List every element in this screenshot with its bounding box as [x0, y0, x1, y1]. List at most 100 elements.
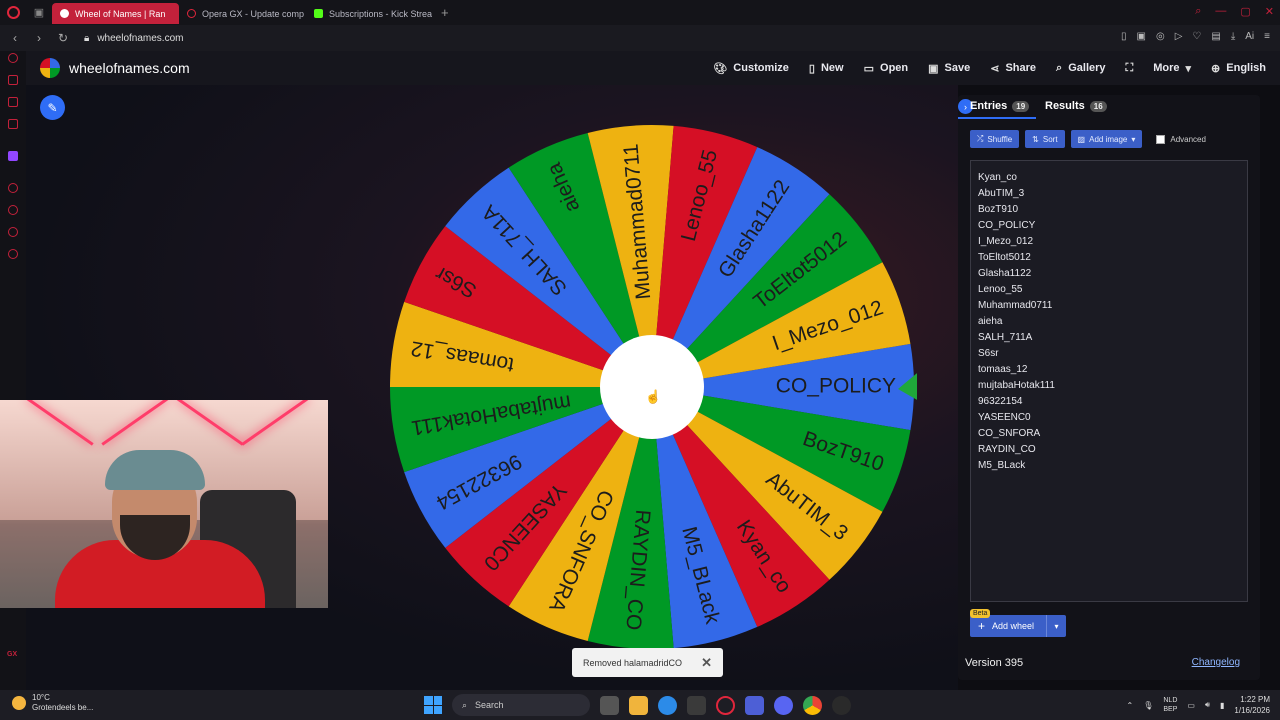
- wheel-center-hub[interactable]: [600, 335, 704, 439]
- entry-line[interactable]: M5_BLack: [978, 458, 1240, 474]
- browser-tab-kick[interactable]: Subscriptions - Kick Strea: [306, 3, 433, 24]
- gx-control-icon[interactable]: [8, 53, 18, 63]
- sort-button[interactable]: ⇅ Sort: [1025, 130, 1065, 148]
- heart-icon[interactable]: ♡: [1192, 31, 1201, 42]
- new-tab-button[interactable]: +: [433, 5, 457, 20]
- browser-tab-wheel[interactable]: Wheel of Names | Ran: [52, 3, 179, 24]
- chrome-icon[interactable]: [803, 695, 822, 715]
- vpn-icon[interactable]: ◎: [1156, 31, 1165, 42]
- tab-overview-icon[interactable]: ▣: [26, 0, 52, 25]
- microphone-icon[interactable]: 🎙︎: [1143, 701, 1153, 710]
- reload-icon[interactable]: ↻: [54, 31, 72, 45]
- speaker-icon[interactable]: 🔊︎: [1205, 700, 1210, 710]
- twitch-icon[interactable]: [8, 151, 18, 161]
- entry-line[interactable]: Kyan_co: [978, 170, 1240, 186]
- lock-icon: 🔒︎: [84, 32, 90, 44]
- opera-logo-icon[interactable]: [0, 0, 26, 25]
- task-view-icon[interactable]: [600, 695, 619, 715]
- snapshot-icon[interactable]: ▣: [1137, 31, 1146, 42]
- add-wheel-button[interactable]: + Add wheel ▾: [970, 615, 1066, 637]
- weather-widget[interactable]: 10°C Grotendeels be...: [12, 693, 93, 713]
- entry-line[interactable]: AbuTIM_3: [978, 186, 1240, 202]
- entry-line[interactable]: aieha: [978, 314, 1240, 330]
- entry-line[interactable]: YASEENC0: [978, 410, 1240, 426]
- entry-line[interactable]: tomaas_12: [978, 362, 1240, 378]
- entry-line[interactable]: S6sr: [978, 346, 1240, 362]
- browser-tab-opera-update[interactable]: Opera GX - Update comp: [179, 3, 306, 24]
- entry-line[interactable]: CO_POLICY: [978, 218, 1240, 234]
- search-tabs-icon[interactable]: ⌕: [1195, 5, 1201, 18]
- battery-icon[interactable]: ▮: [1220, 701, 1224, 710]
- save-button[interactable]: ▣ Save: [928, 62, 970, 75]
- entry-line[interactable]: Muhammad0711: [978, 298, 1240, 314]
- chevron-down-icon: ▾: [1185, 62, 1192, 75]
- forward-icon[interactable]: ›: [30, 31, 48, 45]
- app-icon[interactable]: [832, 695, 851, 715]
- entry-line[interactable]: RAYDIN_CO: [978, 442, 1240, 458]
- menu-icon[interactable]: ≡: [1264, 31, 1270, 42]
- chevron-down-icon[interactable]: ▾: [1046, 615, 1066, 637]
- edge-icon[interactable]: [658, 695, 677, 715]
- minimize-button[interactable]: —: [1215, 5, 1226, 18]
- shuffle-button[interactable]: ⤮ Shuffle: [970, 130, 1020, 148]
- entry-line[interactable]: SALH_711A: [978, 330, 1240, 346]
- vscode-icon[interactable]: [745, 695, 764, 715]
- share-button[interactable]: ⋖ Share: [990, 62, 1036, 75]
- wallet-icon[interactable]: ▤: [1211, 31, 1220, 42]
- store-icon[interactable]: [687, 695, 706, 715]
- entry-line[interactable]: CO_SNFORA: [978, 426, 1240, 442]
- file-explorer-icon[interactable]: [629, 695, 648, 715]
- add-image-button[interactable]: ▨ Add image ▾: [1070, 130, 1143, 148]
- entry-line[interactable]: mujtabaHotak111: [978, 378, 1240, 394]
- mail-icon[interactable]: [8, 119, 18, 129]
- changelog-link[interactable]: Changelog: [1192, 657, 1240, 668]
- language-indicator[interactable]: NLD BEP: [1163, 696, 1177, 714]
- entry-line[interactable]: BozT910: [978, 202, 1240, 218]
- opera-gx-icon[interactable]: [716, 695, 735, 715]
- url-field[interactable]: 🔒︎ wheelofnames.com: [84, 33, 183, 44]
- download-icon[interactable]: ⤓: [1231, 31, 1235, 42]
- edit-pencil-button[interactable]: ✎: [40, 95, 65, 120]
- site-title[interactable]: wheelofnames.com: [69, 60, 190, 76]
- wheel-logo-icon[interactable]: [40, 58, 60, 78]
- network-icon[interactable]: ▭: [1187, 701, 1195, 710]
- gx-icon[interactable]: GX: [7, 651, 17, 658]
- history-icon[interactable]: [8, 205, 18, 215]
- tab-entries[interactable]: Entries 19: [970, 100, 1030, 112]
- play-icon[interactable]: ▷: [1175, 31, 1183, 42]
- entry-line[interactable]: 96322154: [978, 394, 1240, 410]
- messenger-icon[interactable]: [8, 97, 18, 107]
- settings-icon[interactable]: [8, 249, 18, 259]
- advanced-checkbox[interactable]: Advanced: [1156, 134, 1206, 144]
- discord-icon[interactable]: [774, 695, 793, 715]
- entry-line[interactable]: I_Mezo_012: [978, 234, 1240, 250]
- maximize-button[interactable]: ▢: [1240, 5, 1250, 18]
- entry-line[interactable]: ToEltot5012: [978, 250, 1240, 266]
- clock[interactable]: 1:22 PM 1/16/2026: [1234, 694, 1270, 716]
- wheel[interactable]: CO_POLICY BozT910 AbuTIM_3 Kyan_co M5_BLack R…: [387, 122, 926, 652]
- tab-results[interactable]: Results 16: [1045, 100, 1107, 112]
- gallery-button[interactable]: ⌕ Gallery: [1056, 62, 1105, 75]
- open-button[interactable]: ▭ Open: [864, 62, 909, 75]
- back-icon[interactable]: ‹: [6, 31, 24, 45]
- shop-icon[interactable]: [8, 75, 18, 85]
- checkbox-box[interactable]: [1156, 134, 1166, 144]
- new-button[interactable]: ▯ New: [809, 62, 844, 75]
- more-button[interactable]: More ▾: [1153, 62, 1191, 75]
- entry-line[interactable]: Lenoo_55: [978, 282, 1240, 298]
- customize-button[interactable]: 🎨︎ Customize: [713, 62, 789, 75]
- bookmark-icon[interactable]: ▯: [1121, 31, 1127, 42]
- windows-start-icon[interactable]: [424, 696, 442, 714]
- wheel-svg[interactable]: CO_POLICYBozT910AbuTIM_3Kyan_coM5_BLackR…: [387, 122, 926, 652]
- ai-icon[interactable]: Ai: [1245, 31, 1254, 42]
- close-window-button[interactable]: ✕: [1265, 5, 1274, 18]
- extensions-icon[interactable]: [8, 227, 18, 237]
- taskbar-search[interactable]: ⌕ Search: [452, 694, 590, 716]
- chevron-up-icon[interactable]: ⌃: [1127, 701, 1134, 710]
- toast-close-button[interactable]: ✕: [701, 655, 712, 671]
- fullscreen-button[interactable]: ⛶: [1126, 62, 1134, 75]
- entry-line[interactable]: Glasha1122: [978, 266, 1240, 282]
- player-icon[interactable]: [8, 183, 18, 193]
- language-button[interactable]: ⊕ English: [1211, 62, 1266, 75]
- entries-textarea[interactable]: Kyan_co AbuTIM_3 BozT910 CO_POLICY I_Mezo_01…: [970, 160, 1248, 602]
